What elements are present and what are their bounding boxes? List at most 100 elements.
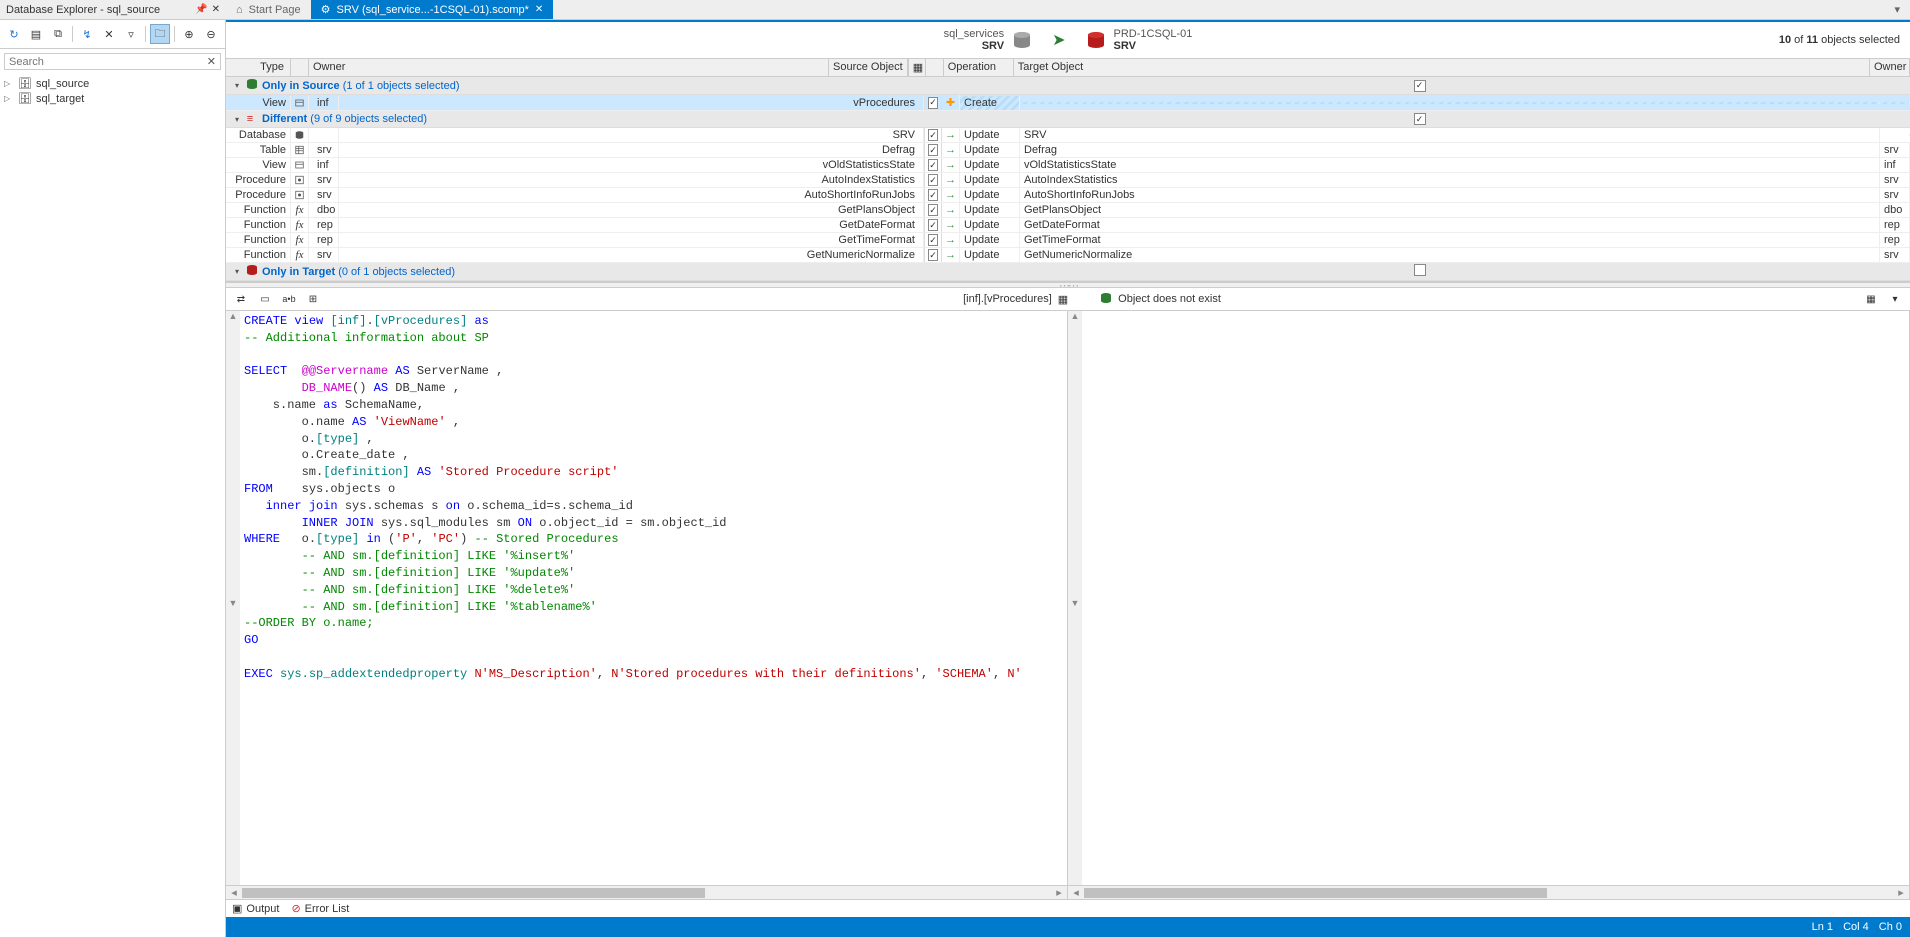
view-icon	[291, 96, 309, 110]
cell-operation: Update	[960, 158, 1020, 172]
cell-checkbox[interactable]	[924, 96, 942, 110]
group-checkbox[interactable]	[1411, 79, 1429, 92]
selection-summary: 10 of 11 objects selected	[1779, 34, 1900, 46]
type-icon: fx	[291, 218, 309, 232]
cell-checkbox[interactable]	[924, 143, 942, 157]
tab-start-page[interactable]: ⌂ Start Page	[226, 0, 311, 19]
diff-icon: ≡	[242, 113, 258, 125]
compare-content: sql_services SRV ➤ PRD-1CSQL-01 SRV 10 o…	[226, 20, 1910, 937]
grid-row[interactable]: FunctionfxrepGetDateFormat→UpdateGetDate…	[226, 218, 1910, 233]
grid-row[interactable]: DatabaseSRV→UpdateSRV	[226, 128, 1910, 143]
group-checkbox[interactable]	[1411, 264, 1429, 279]
expand-button[interactable]: ⊕	[179, 24, 199, 44]
grid-row[interactable]: FunctionfxdboGetPlansObject→UpdateGetPla…	[226, 203, 1910, 218]
group-title: Only in Source (1 of 1 objects selected)	[258, 79, 748, 93]
scroll-down-icon[interactable]: ▼	[226, 598, 240, 885]
tab-label-compare: SRV (sql_service...-1CSQL-01).scomp*	[337, 4, 529, 16]
grid-row[interactable]: TablesrvDefrag→UpdateDefragsrv	[226, 143, 1910, 158]
cell-checkbox[interactable]	[924, 188, 942, 202]
layout-button[interactable]: ▦	[1862, 290, 1880, 308]
ab-button[interactable]: a•b	[280, 290, 298, 308]
col-source-object-header[interactable]: Source Object	[829, 59, 908, 76]
copy-button[interactable]: ⧉	[48, 24, 68, 44]
col-checkbox-header[interactable]: ▦	[908, 59, 926, 76]
tab-close-icon[interactable]: ✕	[535, 4, 543, 15]
code-gutter: ▲ ▼	[226, 311, 240, 885]
col-target-object-header[interactable]: Target Object	[1014, 59, 1870, 76]
cell-checkbox[interactable]	[924, 233, 942, 247]
tree-arrow-icon[interactable]: ▷	[4, 79, 14, 88]
search-clear-icon[interactable]: ✕	[207, 55, 216, 68]
col-owner-header[interactable]: Owner	[309, 59, 829, 76]
home-icon: ⌂	[236, 4, 243, 16]
left-object-label: [inf].[vProcedures]	[963, 293, 1052, 305]
scroll-up-icon[interactable]: ▲	[226, 311, 240, 598]
grid-row[interactable]: ProceduresrvAutoIndexStatistics→UpdateAu…	[226, 173, 1910, 188]
tab-compare[interactable]: ⚙ SRV (sql_service...-1CSQL-01).scomp* ✕	[311, 0, 554, 19]
view-mode-button[interactable]: ▭	[256, 290, 274, 308]
cell-checkbox[interactable]	[924, 203, 942, 217]
target-connection: PRD-1CSQL-01	[1114, 28, 1193, 40]
tree-arrow-icon[interactable]: ▷	[4, 94, 14, 103]
database-icon: 🗄	[18, 92, 32, 105]
sql-code-view[interactable]: CREATE view [inf].[vProcedures] as -- Ad…	[240, 311, 1067, 885]
cell-checkbox[interactable]	[924, 218, 942, 232]
tab-overflow-button[interactable]: ▾	[1884, 0, 1910, 19]
green-db-icon	[242, 78, 258, 93]
output-tab[interactable]: ▣ Output	[232, 902, 279, 915]
cell-source-object: GetDateFormat	[339, 218, 924, 232]
grid-row[interactable]: FunctionfxsrvGetNumericNormalize→UpdateG…	[226, 248, 1910, 263]
green-db-icon	[1100, 292, 1112, 307]
collapse-button[interactable]: ⊖	[201, 24, 221, 44]
group-checkbox[interactable]	[1411, 113, 1429, 126]
cell-target-object	[1020, 102, 1880, 104]
search-input[interactable]	[9, 56, 207, 68]
cell-checkbox[interactable]	[924, 158, 942, 172]
scroll-down-icon[interactable]: ▼	[1068, 598, 1082, 885]
group-collapse-icon[interactable]: ▾	[226, 81, 242, 90]
tree-item-sql-target[interactable]: ▷ 🗄 sql_target	[0, 91, 225, 106]
grid-body: ▾ Only in Source (1 of 1 objects selecte…	[226, 77, 1910, 281]
search-box[interactable]: ✕	[4, 53, 221, 70]
horizontal-scrollbar[interactable]: ◂ ▸	[1068, 885, 1909, 899]
col-type-header[interactable]: Type	[226, 59, 291, 76]
refresh-button[interactable]: ↻	[4, 24, 24, 44]
connect-button[interactable]: ↯	[77, 24, 97, 44]
pin-icon[interactable]: 📌	[195, 4, 207, 15]
group-different[interactable]: ▾ ≡ Different (9 of 9 objects selected)	[226, 111, 1910, 128]
cell-target-object: GetTimeFormat	[1020, 233, 1880, 247]
cell-owner: dbo	[309, 203, 339, 217]
cell-checkbox[interactable]	[924, 173, 942, 187]
scroll-up-icon[interactable]: ▲	[1068, 311, 1082, 598]
grid-row[interactable]: ViewinfvOldStatisticsState→UpdatevOldSta…	[226, 158, 1910, 173]
tree-item-sql-source[interactable]: ▷ 🗄 sql_source	[0, 76, 225, 91]
new-query-button[interactable]: ▤	[26, 24, 46, 44]
detail-toolbar: ⇄ ▭ a•b ⊞ [inf].[vProcedures] ▦ Object d…	[226, 288, 1910, 311]
grid-row[interactable]: ProceduresrvAutoShortInfoRunJobs→UpdateA…	[226, 188, 1910, 203]
cell-target-object: GetDateFormat	[1020, 218, 1880, 232]
horizontal-scrollbar[interactable]: ◂ ▸	[226, 885, 1067, 899]
close-icon[interactable]: ✕	[212, 4, 220, 15]
group-collapse-icon[interactable]: ▾	[226, 115, 242, 124]
error-icon: ⊘	[291, 902, 300, 915]
cell-checkbox[interactable]	[924, 128, 942, 142]
dropdown-button[interactable]: ▾	[1886, 290, 1904, 308]
group-only-in-source[interactable]: ▾ Only in Source (1 of 1 objects selecte…	[226, 77, 1910, 95]
folders-button[interactable]: 🗀	[150, 24, 170, 44]
status-bar: Ln 1 Col 4 Ch 0	[226, 917, 1910, 937]
cell-owner: inf	[309, 96, 339, 110]
filter-button[interactable]: ▿	[121, 24, 141, 44]
comparison-grid: Type Owner Source Object ▦ Operation Tar…	[226, 58, 1910, 282]
group-collapse-icon[interactable]: ▾	[226, 267, 242, 276]
error-list-tab[interactable]: ⊘ Error List	[291, 902, 349, 915]
col-operation-header[interactable]: Operation	[944, 59, 1014, 76]
disconnect-button[interactable]: ✕	[99, 24, 119, 44]
cell-checkbox[interactable]	[924, 248, 942, 262]
grid-row[interactable]: FunctionfxrepGetTimeFormat→UpdateGetTime…	[226, 233, 1910, 248]
expand-button[interactable]: ⊞	[304, 290, 322, 308]
swap-button[interactable]: ⇄	[232, 290, 250, 308]
cell-operation: Update	[960, 218, 1020, 232]
col-owner2-header[interactable]: Owner	[1870, 59, 1910, 76]
grid-row[interactable]: View inf vProcedures ✚ Create	[226, 95, 1910, 111]
compare-icon: ⚙	[321, 3, 331, 16]
